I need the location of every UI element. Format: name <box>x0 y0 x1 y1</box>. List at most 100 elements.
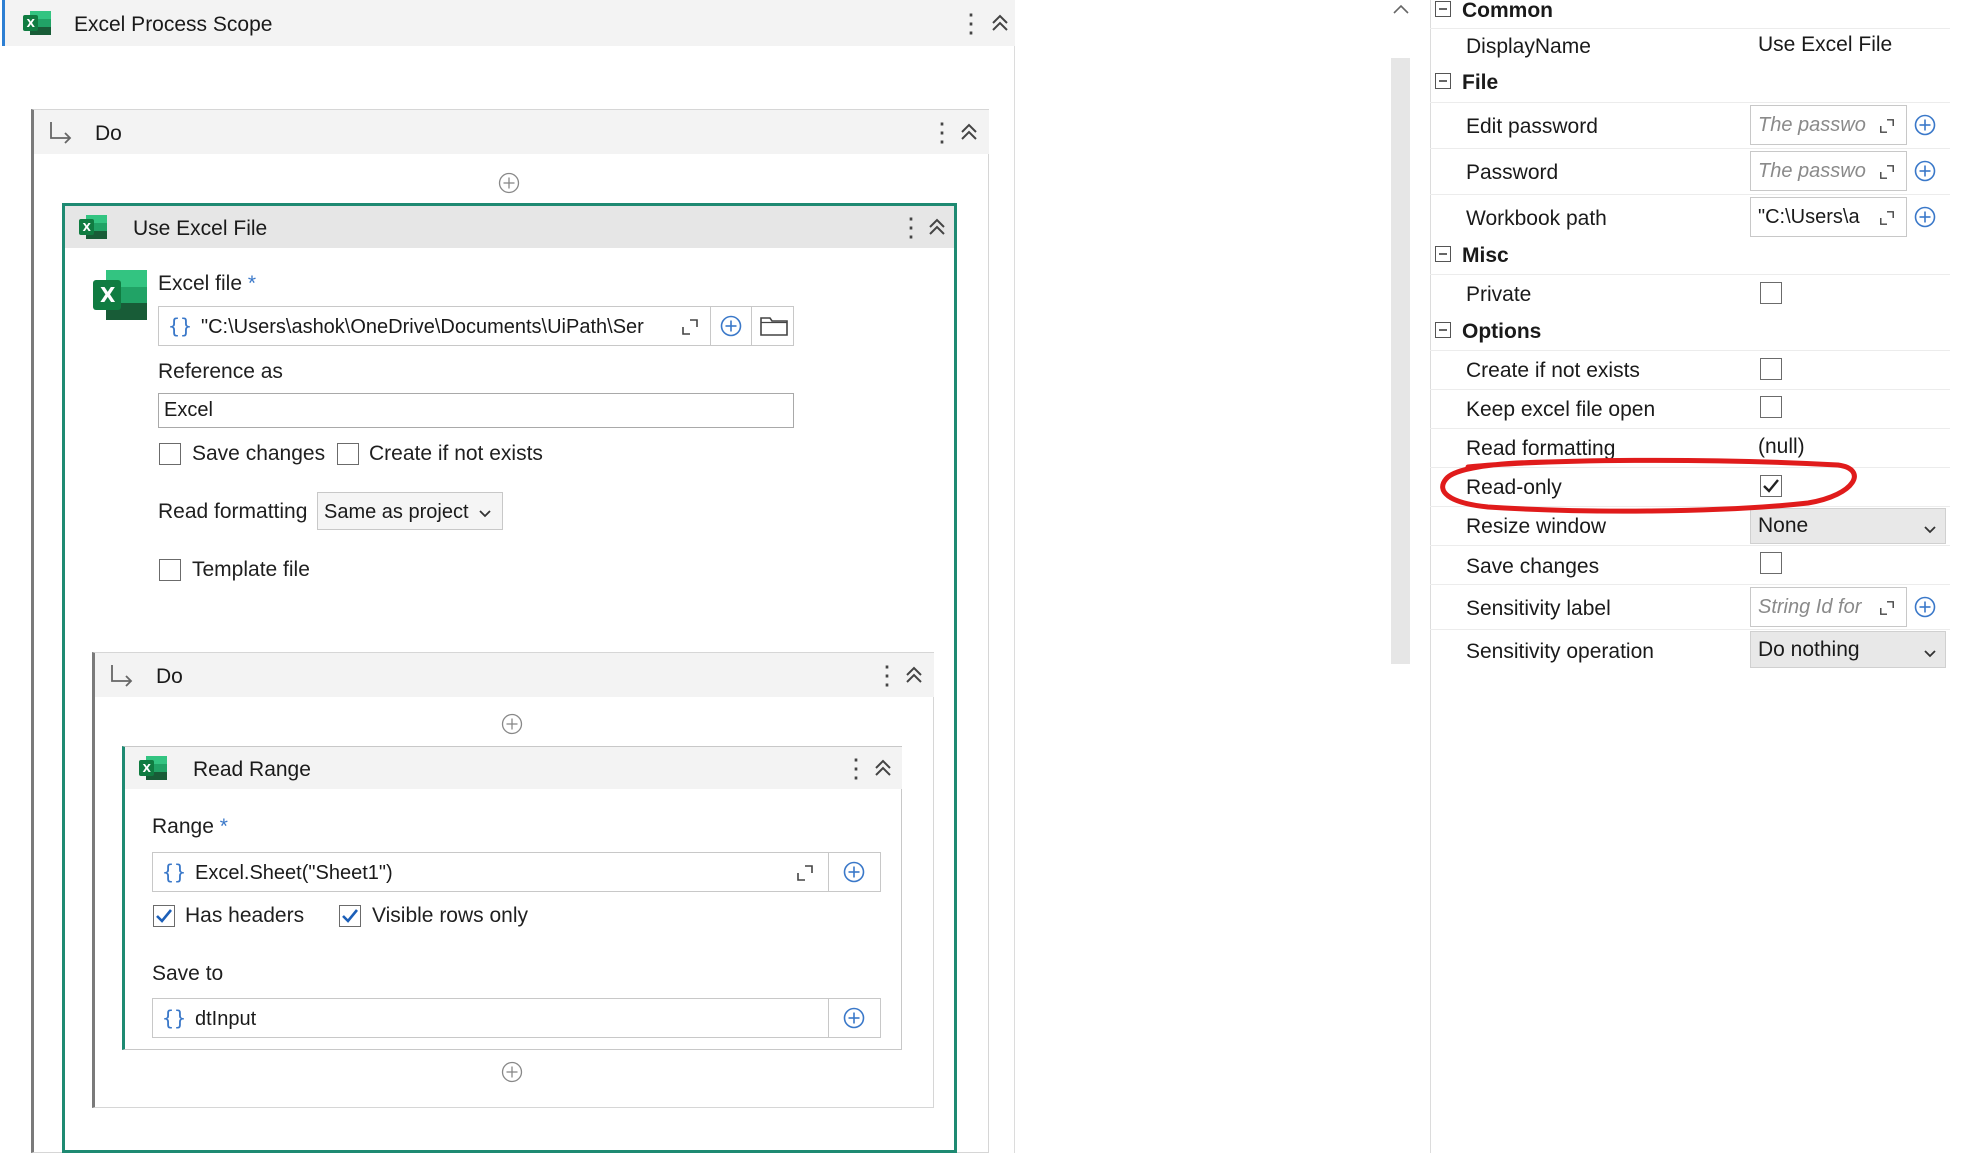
excel-logo-icon: X <box>92 269 148 321</box>
more-options-icon[interactable]: ⋮ <box>929 119 955 145</box>
add-activity-icon[interactable] <box>501 713 523 740</box>
excel-file-field[interactable]: {} "C:\Users\ashok\OneDrive\Documents\Ui… <box>158 306 794 346</box>
save-changes-checkbox[interactable] <box>159 443 181 465</box>
collapse-icon[interactable] <box>959 123 979 141</box>
sensitivity-operation-label: Sensitivity operation <box>1466 640 1654 663</box>
svg-text:X: X <box>100 283 116 307</box>
range-label: Range * <box>152 815 228 839</box>
collapse-icon[interactable] <box>990 14 1010 32</box>
section-common[interactable]: Common <box>1430 0 1950 25</box>
read-range-card[interactable]: X Read Range ⋮ Range * {} Excel.Sheet("S… <box>122 746 902 1050</box>
use-excel-header[interactable]: X Use Excel File ⋮ <box>65 206 954 248</box>
do-header-outer[interactable]: Do ⋮ <box>34 110 989 154</box>
add-variable-icon[interactable] <box>710 307 750 345</box>
do-container-inner[interactable]: Do ⋮ X Read Range ⋮ Range * {} Excel.She… <box>92 652 934 1108</box>
section-options[interactable]: Options <box>1430 317 1950 347</box>
collapse-box-icon[interactable] <box>1435 73 1451 94</box>
read-formatting-dropdown[interactable]: Same as project <box>317 492 503 530</box>
create-if-not-exists-checkbox[interactable] <box>337 443 359 465</box>
section-misc[interactable]: Misc <box>1430 241 1950 271</box>
create-if-not-exists-label: Create if not exists <box>369 442 543 465</box>
add-variable-icon[interactable] <box>828 999 880 1037</box>
sensitivity-label-input[interactable]: String Id for <box>1750 587 1907 627</box>
private-checkbox[interactable] <box>1760 282 1782 304</box>
more-options-icon[interactable]: ⋮ <box>843 755 869 781</box>
save-changes-label: Save changes <box>1466 555 1600 578</box>
range-value[interactable]: Excel.Sheet("Sheet1") <box>195 862 393 885</box>
more-options-icon[interactable]: ⋮ <box>958 10 984 36</box>
section-file[interactable]: File <box>1430 70 1950 98</box>
expand-icon[interactable] <box>1879 600 1895 621</box>
has-headers-label: Has headers <box>185 904 305 927</box>
collapse-box-icon[interactable] <box>1435 1 1451 22</box>
section-file-label: File <box>1462 71 1499 94</box>
more-options-icon[interactable]: ⋮ <box>874 662 900 688</box>
visible-rows-checkbox[interactable] <box>339 905 361 927</box>
excel-process-scope[interactable]: X Excel Process Scope ⋮ Do ⋮ X Use Excel… <box>2 0 1015 1153</box>
chevron-down-icon <box>478 506 492 524</box>
svg-text:X: X <box>27 17 36 30</box>
reference-as-input[interactable]: Excel <box>158 393 794 428</box>
required-mark: * <box>219 815 228 838</box>
folder-icon[interactable] <box>751 307 793 345</box>
edit-password-input[interactable]: The passwo <box>1750 105 1907 145</box>
excel-file-value[interactable]: "C:\Users\ashok\OneDrive\Documents\UiPat… <box>201 316 671 339</box>
sensitivity-operation-dropdown[interactable]: Do nothing <box>1750 631 1946 668</box>
add-variable-icon[interactable] <box>1914 206 1936 233</box>
save-to-value[interactable]: dtInput <box>195 1008 256 1031</box>
add-variable-icon[interactable] <box>1914 114 1936 141</box>
section-options-label: Options <box>1462 320 1542 343</box>
password-input[interactable]: The passwo <box>1750 151 1907 191</box>
collapse-box-icon[interactable] <box>1435 322 1451 343</box>
range-field[interactable]: {} Excel.Sheet("Sheet1") <box>152 852 881 892</box>
expand-icon[interactable] <box>1879 118 1895 139</box>
sensitivity-operation-value: Do nothing <box>1758 638 1860 661</box>
save-to-field[interactable]: {} dtInput <box>152 998 881 1038</box>
workbook-path-label: Workbook path <box>1466 207 1607 230</box>
prop-row-password[interactable]: Password The passwo <box>1430 148 1950 192</box>
more-options-icon[interactable]: ⋮ <box>898 214 924 240</box>
prop-row-create-if-not-exists[interactable]: Create if not exists <box>1430 350 1950 388</box>
expand-icon[interactable] <box>796 864 814 887</box>
keep-open-checkbox[interactable] <box>1760 396 1782 418</box>
save-changes-checkbox[interactable] <box>1760 552 1782 574</box>
add-activity-icon[interactable] <box>501 1061 523 1088</box>
scope-header[interactable]: X Excel Process Scope ⋮ <box>2 0 1015 46</box>
collapse-icon[interactable] <box>904 666 924 684</box>
prop-row-save-changes[interactable]: Save changes <box>1430 545 1950 583</box>
read-range-header[interactable]: X Read Range ⋮ <box>125 747 902 789</box>
prop-row-workbook-path[interactable]: Workbook path "C:\Users\a <box>1430 194 1950 238</box>
expand-icon[interactable] <box>1879 164 1895 185</box>
prop-row-sensitivity-operation[interactable]: Sensitivity operation Do nothing <box>1430 629 1950 669</box>
add-variable-icon[interactable] <box>1914 160 1936 187</box>
prop-row-edit-password[interactable]: Edit password The passwo <box>1430 102 1950 146</box>
create-if-not-exists-checkbox[interactable] <box>1760 358 1782 380</box>
save-to-label: Save to <box>152 962 224 985</box>
prop-row-sensitivity-label[interactable]: Sensitivity label String Id for <box>1430 584 1950 628</box>
has-headers-checkbox[interactable] <box>153 905 175 927</box>
template-file-checkbox[interactable] <box>159 559 181 581</box>
collapse-icon[interactable] <box>873 759 893 777</box>
displayname-value[interactable]: Use Excel File <box>1758 33 1892 57</box>
scrollbar-thumb[interactable] <box>1391 58 1410 664</box>
reference-as-label: Reference as <box>158 360 283 383</box>
prop-row-displayname[interactable]: DisplayName Use Excel File <box>1430 28 1950 65</box>
scope-title: Excel Process Scope <box>74 13 273 36</box>
workbook-path-input[interactable]: "C:\Users\a <box>1750 197 1907 237</box>
excel-icon: X <box>78 214 108 240</box>
collapse-icon[interactable] <box>927 218 947 236</box>
scroll-up-icon[interactable] <box>1392 2 1410 20</box>
expand-icon[interactable] <box>681 318 699 341</box>
expand-icon[interactable] <box>1879 210 1895 231</box>
do-arrow-icon <box>109 663 135 692</box>
do-header-inner[interactable]: Do ⋮ <box>95 653 934 697</box>
use-excel-file-card[interactable]: X Use Excel File ⋮ X Excel file * {} "C:… <box>62 203 957 1153</box>
resize-window-label: Resize window <box>1466 515 1607 538</box>
collapse-box-icon[interactable] <box>1435 246 1451 267</box>
add-activity-icon[interactable] <box>498 172 520 199</box>
edit-password-placeholder: The passwo <box>1758 114 1866 136</box>
prop-row-keep-open[interactable]: Keep excel file open <box>1430 389 1950 427</box>
add-variable-icon[interactable] <box>1914 596 1936 623</box>
prop-row-private[interactable]: Private <box>1430 274 1950 312</box>
add-variable-icon[interactable] <box>828 853 880 891</box>
